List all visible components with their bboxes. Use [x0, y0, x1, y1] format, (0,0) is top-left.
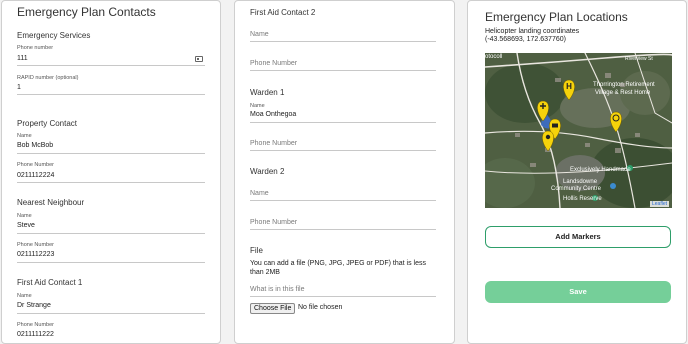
- warden-1-phone-field[interactable]: Phone Number: [250, 140, 297, 147]
- first-aid-1-name-underline: [17, 313, 205, 314]
- first-aid-2-name-underline: [250, 41, 436, 42]
- warden-1-name-underline: [250, 122, 436, 123]
- locations-title: Emergency Plan Locations: [485, 10, 628, 24]
- property-phone-underline: [17, 182, 205, 183]
- contacts-continued-card: First Aid Contact 2 Name Phone Number Wa…: [234, 0, 455, 344]
- heli-coords-label: Helicopter landing coordinates: [485, 28, 580, 35]
- svg-text:H: H: [566, 82, 572, 91]
- file-status-text: No file chosen: [298, 304, 343, 311]
- property-phone-label: Phone Number: [17, 162, 54, 168]
- warden-1-phone-underline: [250, 150, 436, 151]
- warden-2-name-field[interactable]: Name: [250, 190, 269, 197]
- first-aid-1-heading: First Aid Contact 1: [17, 278, 83, 287]
- first-aid-1-name-field[interactable]: Dr Strange: [17, 302, 51, 309]
- warden-1-name-label: Name: [250, 103, 265, 109]
- neighbour-name-field[interactable]: Steve: [17, 222, 35, 229]
- warden-2-phone-field[interactable]: Phone Number: [250, 219, 297, 226]
- first-aid-1-phone-field[interactable]: 0211111222: [17, 331, 54, 338]
- heli-coords-value: (-43.568693, 172.637760): [485, 36, 566, 43]
- first-aid-2-phone-underline: [250, 70, 436, 71]
- warden-marker-icon[interactable]: [542, 130, 554, 152]
- first-aid-1-phone-label: Phone Number: [17, 322, 54, 328]
- file-help-line-1: You can add a file (PNG, JPG, JPEG or PD…: [250, 260, 426, 267]
- file-description-field[interactable]: What is in this file: [250, 286, 304, 293]
- first-aid-2-heading: First Aid Contact 2: [250, 8, 316, 17]
- first-aid-1-name-label: Name: [17, 293, 32, 299]
- emergency-phone-label: Phone number: [17, 45, 54, 51]
- contacts-title: Emergency Plan Contacts: [17, 5, 156, 19]
- neighbour-name-underline: [17, 233, 205, 234]
- contact-card-icon: [195, 56, 203, 62]
- first-aid-2-phone-field[interactable]: Phone Number: [250, 60, 297, 67]
- property-contact-heading: Property Contact: [17, 119, 78, 128]
- first-aid-2-name-field[interactable]: Name: [250, 31, 269, 38]
- rapid-number-field[interactable]: 1: [17, 84, 21, 91]
- warden-1-name-field[interactable]: Moa Onthegoa: [250, 111, 296, 118]
- warden-1-heading: Warden 1: [250, 88, 285, 97]
- choose-file-button[interactable]: Choose File: [250, 303, 296, 314]
- file-description-underline: [250, 296, 436, 297]
- file-help-line-2: than 2MB: [250, 269, 280, 276]
- property-phone-field[interactable]: 0211112224: [17, 172, 54, 179]
- emergency-services-heading: Emergency Services: [17, 31, 91, 40]
- assembly-marker-icon[interactable]: [610, 111, 622, 133]
- property-name-underline: [17, 153, 205, 154]
- neighbour-phone-label: Phone Number: [17, 242, 54, 248]
- helicopter-marker-icon[interactable]: H: [563, 79, 575, 101]
- neighbour-name-label: Name: [17, 213, 32, 219]
- neighbour-phone-field[interactable]: 0211112223: [17, 251, 54, 258]
- property-name-label: Name: [17, 133, 32, 139]
- property-name-field[interactable]: Bob McBob: [17, 142, 53, 149]
- add-markers-button[interactable]: Add Markers: [485, 226, 671, 248]
- map-markers: H: [537, 79, 622, 152]
- location-map[interactable]: otocoll Riverview St Thorrington Retirem…: [485, 53, 672, 208]
- neighbour-heading: Nearest Neighbour: [17, 198, 85, 207]
- emergency-phone-field[interactable]: 111: [17, 55, 28, 62]
- file-heading: File: [250, 246, 263, 255]
- neighbour-phone-underline: [17, 262, 205, 263]
- warden-2-heading: Warden 2: [250, 167, 285, 176]
- warden-2-phone-underline: [250, 229, 436, 230]
- save-button[interactable]: Save: [485, 281, 671, 303]
- first-aid-marker-icon[interactable]: [537, 100, 549, 122]
- warden-2-name-underline: [250, 200, 436, 201]
- emergency-phone-underline: [17, 65, 205, 66]
- locations-card: Emergency Plan Locations Helicopter land…: [467, 0, 687, 344]
- contacts-card: Emergency Plan Contacts Emergency Servic…: [1, 0, 221, 344]
- rapid-number-underline: [17, 94, 205, 95]
- rapid-number-label: RAPID number (optional): [17, 75, 79, 81]
